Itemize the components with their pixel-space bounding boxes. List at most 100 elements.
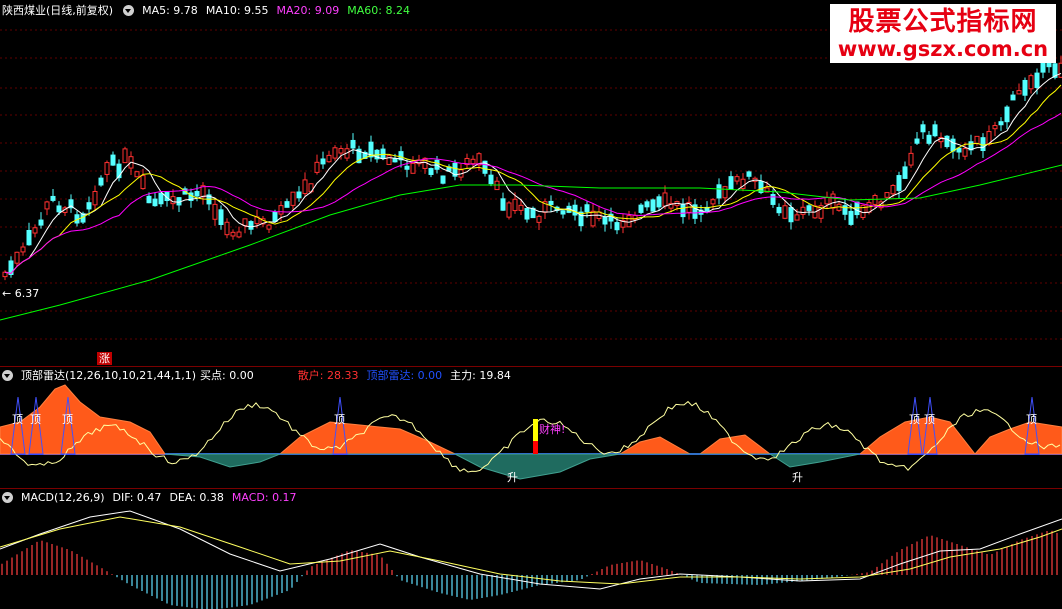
candle-body: [1028, 75, 1034, 90]
candle-body: [500, 198, 506, 211]
ding-marker: 顶: [924, 413, 935, 426]
ding-marker: 顶: [1026, 413, 1037, 426]
radar-buy-value: 买点: 0.00: [200, 369, 254, 382]
candle-body: [902, 166, 908, 179]
candle-body: [134, 171, 140, 178]
candle-body: [212, 203, 218, 220]
ding-marker: 顶: [334, 413, 345, 426]
candle-body: [140, 175, 146, 190]
candle-body: [14, 251, 20, 264]
candle-body: [32, 227, 38, 234]
candle-body: [86, 202, 92, 210]
candle-body: [998, 121, 1004, 126]
candle-body: [296, 191, 302, 199]
candle-body: [272, 211, 278, 222]
candle-body: [332, 147, 338, 159]
candle-body: [890, 184, 896, 195]
candle-body: [314, 161, 320, 173]
candle-body: [230, 231, 236, 237]
candle-body: [800, 206, 806, 215]
chevron-down-icon[interactable]: [2, 492, 13, 503]
sheng-marker: 升: [507, 471, 518, 484]
chevron-down-icon[interactable]: [123, 5, 135, 16]
candle-body: [716, 184, 722, 199]
candle-body: [788, 207, 794, 223]
candle-body: [44, 201, 50, 210]
candle-body: [914, 138, 920, 144]
ding-marker: 顶: [30, 413, 41, 426]
candle-body: [650, 199, 656, 212]
candle-body: [560, 210, 566, 215]
candle-body: [896, 175, 902, 191]
low-price-label: ← 6.37: [2, 287, 40, 300]
candle-body: [1022, 79, 1028, 96]
candle-body: [338, 148, 344, 154]
top-radar-chart[interactable]: 顶顶顶顶顶顶顶升 升财神!: [0, 367, 1062, 487]
candle-body: [626, 215, 632, 228]
candle-body: [104, 162, 110, 175]
candle-body: [284, 201, 290, 208]
candle-body: [440, 175, 446, 184]
candle-body: [350, 139, 356, 149]
candle-body: [722, 186, 728, 199]
macd-dif-value: DIF: 0.47: [112, 491, 162, 504]
macd-panel[interactable]: MACD(12,26,9) DIF: 0.47 DEA: 0.38 MACD: …: [0, 489, 1062, 609]
candle-body: [602, 216, 608, 225]
ma60-line: [0, 164, 1062, 321]
candle-body: [278, 205, 284, 215]
candle-body: [920, 124, 926, 133]
candle-body: [1016, 90, 1022, 95]
top-radar-panel[interactable]: 顶部雷达(12,26,10,10,21,44,1,1) 买点: 0.00 散户:…: [0, 367, 1062, 487]
radar-top-value: 顶部雷达: 0.00: [366, 369, 443, 382]
candle-body: [170, 196, 176, 205]
candle-body: [518, 204, 524, 211]
sheng-marker: 升: [792, 471, 803, 484]
candle-body: [974, 135, 980, 145]
radar-title: 顶部雷达(12,26,10,10,21,44,1,1): [21, 369, 197, 382]
candle-body: [470, 158, 476, 165]
macd-dea-line: [0, 516, 1062, 585]
candle-body: [290, 191, 296, 206]
candle-body: [806, 205, 812, 211]
chevron-down-icon[interactable]: [2, 370, 13, 381]
candle-body: [56, 205, 62, 213]
radar-retail-value: 散户: 28.33: [297, 369, 359, 382]
ma10-line: [4, 84, 1062, 274]
candle-body: [380, 148, 386, 159]
low-price-value: 6.37: [14, 287, 40, 300]
candle-body: [122, 148, 128, 164]
candle-body: [884, 192, 890, 198]
candle-body: [38, 219, 44, 226]
candle-body: [506, 202, 512, 218]
candle-body: [662, 192, 668, 207]
candle-body: [932, 124, 938, 137]
candle-body: [872, 195, 878, 205]
candle-body: [326, 154, 332, 163]
candle-body: [536, 215, 542, 223]
candle-body: [776, 206, 782, 214]
macd-title: MACD(12,26,9): [21, 491, 105, 504]
candle-body: [218, 209, 224, 226]
candle-body: [770, 193, 776, 205]
stock-name: 陕西煤业(日线,前复权): [2, 4, 114, 17]
candle-body: [584, 204, 590, 213]
candle-body: [392, 158, 398, 163]
candle-body: [152, 198, 158, 207]
macd-chart[interactable]: [0, 489, 1062, 609]
radar-header: 顶部雷达(12,26,10,10,21,44,1,1) 买点: 0.00 散户:…: [0, 367, 519, 384]
candle-body: [20, 246, 26, 253]
candle-body: [302, 179, 308, 195]
caishen-marker: 财神!: [539, 422, 565, 436]
candle-body: [962, 148, 968, 157]
candle-body: [236, 231, 242, 238]
candle-body: [410, 162, 416, 174]
retail-area: [0, 384, 1062, 455]
candle-body: [728, 176, 734, 190]
candle-body: [908, 152, 914, 166]
ding-marker: 顶: [62, 413, 73, 426]
candle-body: [548, 200, 554, 206]
candle-body: [26, 229, 32, 246]
candle-body: [992, 125, 998, 130]
candle-body: [710, 199, 716, 205]
candle-body: [746, 171, 752, 177]
